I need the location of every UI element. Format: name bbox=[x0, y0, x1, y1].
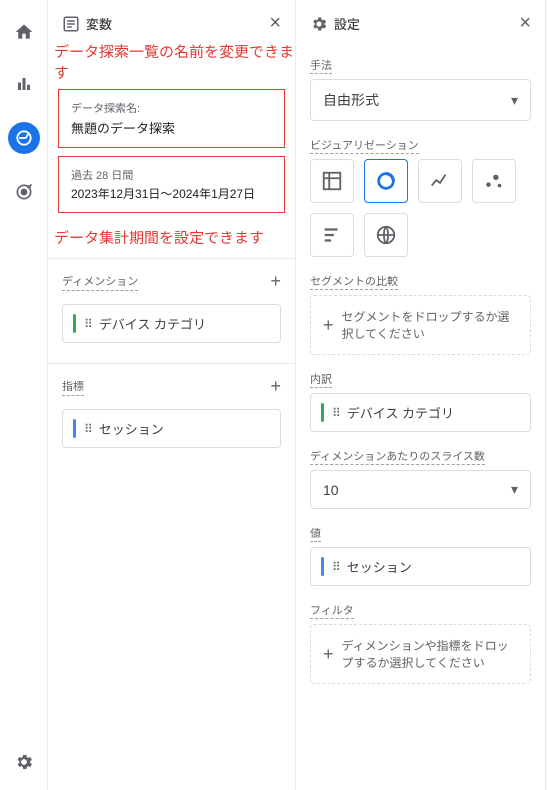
target-icon[interactable] bbox=[10, 178, 38, 206]
viz-donut-icon[interactable] bbox=[364, 159, 408, 203]
variables-header: 変数 × bbox=[48, 0, 295, 41]
technique-value: 自由形式 bbox=[323, 90, 379, 110]
viz-scatter-icon[interactable] bbox=[472, 159, 516, 203]
date-range-label: 過去 28 日間 bbox=[71, 167, 272, 183]
add-metric-button[interactable]: + bbox=[270, 376, 281, 397]
caret-down-icon: ▾ bbox=[511, 92, 518, 109]
annotation-daterange: データ集計期間を設定できます bbox=[48, 227, 295, 252]
dimension-chip[interactable]: ⠿ デバイス カテゴリ bbox=[62, 304, 281, 343]
exploration-name-box[interactable]: データ探索名: 無題のデータ探索 bbox=[58, 89, 285, 148]
filter-label: フィルタ bbox=[310, 602, 531, 618]
dimension-chip-label: デバイス カテゴリ bbox=[99, 314, 206, 333]
dimension-label: ディメンション bbox=[62, 273, 138, 291]
dimension-section-head: ディメンション + bbox=[48, 259, 295, 298]
add-dimension-button[interactable]: + bbox=[270, 271, 281, 292]
close-icon[interactable]: × bbox=[269, 12, 281, 35]
breakdown-label: 内訳 bbox=[310, 371, 531, 387]
metric-chip-label: セッション bbox=[99, 419, 164, 438]
metric-chip[interactable]: ⠿ セッション bbox=[62, 409, 281, 448]
viz-label: ビジュアリゼーション bbox=[310, 137, 531, 153]
drag-icon: ⠿ bbox=[84, 317, 91, 331]
chip-accent bbox=[73, 314, 76, 333]
chip-accent bbox=[73, 419, 76, 438]
caret-down-icon: ▾ bbox=[511, 481, 518, 498]
technique-select[interactable]: 自由形式 ▾ bbox=[310, 79, 531, 121]
slices-select[interactable]: 10 ▾ bbox=[310, 470, 531, 509]
settings-title: 設定 bbox=[334, 14, 360, 33]
segment-label: セグメントの比較 bbox=[310, 273, 531, 289]
gear-icon[interactable] bbox=[10, 748, 38, 776]
values-chip-label: セッション bbox=[347, 557, 412, 576]
values-chip[interactable]: ⠿ セッション bbox=[310, 547, 531, 586]
segment-dropzone[interactable]: + セグメントをドロップするか選択してください bbox=[310, 295, 531, 355]
home-icon[interactable] bbox=[10, 18, 38, 46]
left-icon-rail bbox=[0, 0, 48, 790]
explore-icon[interactable] bbox=[8, 122, 40, 154]
viz-table-icon[interactable] bbox=[310, 159, 354, 203]
breakdown-chip[interactable]: ⠿ デバイス カテゴリ bbox=[310, 393, 531, 432]
plus-icon: + bbox=[323, 315, 334, 336]
metric-label: 指標 bbox=[62, 378, 84, 396]
values-label: 値 bbox=[310, 525, 531, 541]
variables-icon bbox=[62, 15, 80, 33]
chip-accent bbox=[321, 557, 324, 576]
drag-icon: ⠿ bbox=[84, 422, 91, 436]
chip-accent bbox=[321, 403, 324, 422]
variables-panel: 変数 × データ探索一覧の名前を変更できます データ探索名: 無題のデータ探索 … bbox=[48, 0, 296, 790]
viz-bar-icon[interactable] bbox=[310, 213, 354, 257]
viz-geo-icon[interactable] bbox=[364, 213, 408, 257]
annotation-rename: データ探索一覧の名前を変更できます bbox=[48, 41, 295, 87]
variables-title: 変数 bbox=[86, 14, 112, 33]
date-range-value: 2023年12月31日～2024年1月27日 bbox=[71, 185, 272, 202]
gear-icon bbox=[310, 15, 328, 33]
report-icon[interactable] bbox=[10, 70, 38, 98]
breakdown-chip-label: デバイス カテゴリ bbox=[347, 403, 454, 422]
segment-drop-text: セグメントをドロップするか選択してください bbox=[342, 308, 518, 342]
slices-label: ディメンションあたりのスライス数 bbox=[310, 448, 531, 464]
exploration-name-value: 無題のデータ探索 bbox=[71, 118, 272, 137]
exploration-name-label: データ探索名: bbox=[71, 100, 272, 116]
filter-dropzone[interactable]: + ディメンションや指標をドロップするか選択してください bbox=[310, 624, 531, 684]
metric-section-head: 指標 + bbox=[48, 364, 295, 403]
plus-icon: + bbox=[323, 644, 334, 665]
settings-panel: 設定 × 手法 自由形式 ▾ ビジュアリゼーション bbox=[296, 0, 546, 790]
viz-line-icon[interactable] bbox=[418, 159, 462, 203]
date-range-box[interactable]: 過去 28 日間 2023年12月31日～2024年1月27日 bbox=[58, 156, 285, 213]
settings-header: 設定 × bbox=[296, 0, 545, 41]
drag-icon: ⠿ bbox=[332, 560, 339, 574]
filter-drop-text: ディメンションや指標をドロップするか選択してください bbox=[342, 637, 518, 671]
viz-grid bbox=[310, 159, 531, 257]
technique-label: 手法 bbox=[310, 57, 531, 73]
slices-value: 10 bbox=[323, 482, 339, 498]
drag-icon: ⠿ bbox=[332, 406, 339, 420]
close-icon[interactable]: × bbox=[519, 12, 531, 35]
